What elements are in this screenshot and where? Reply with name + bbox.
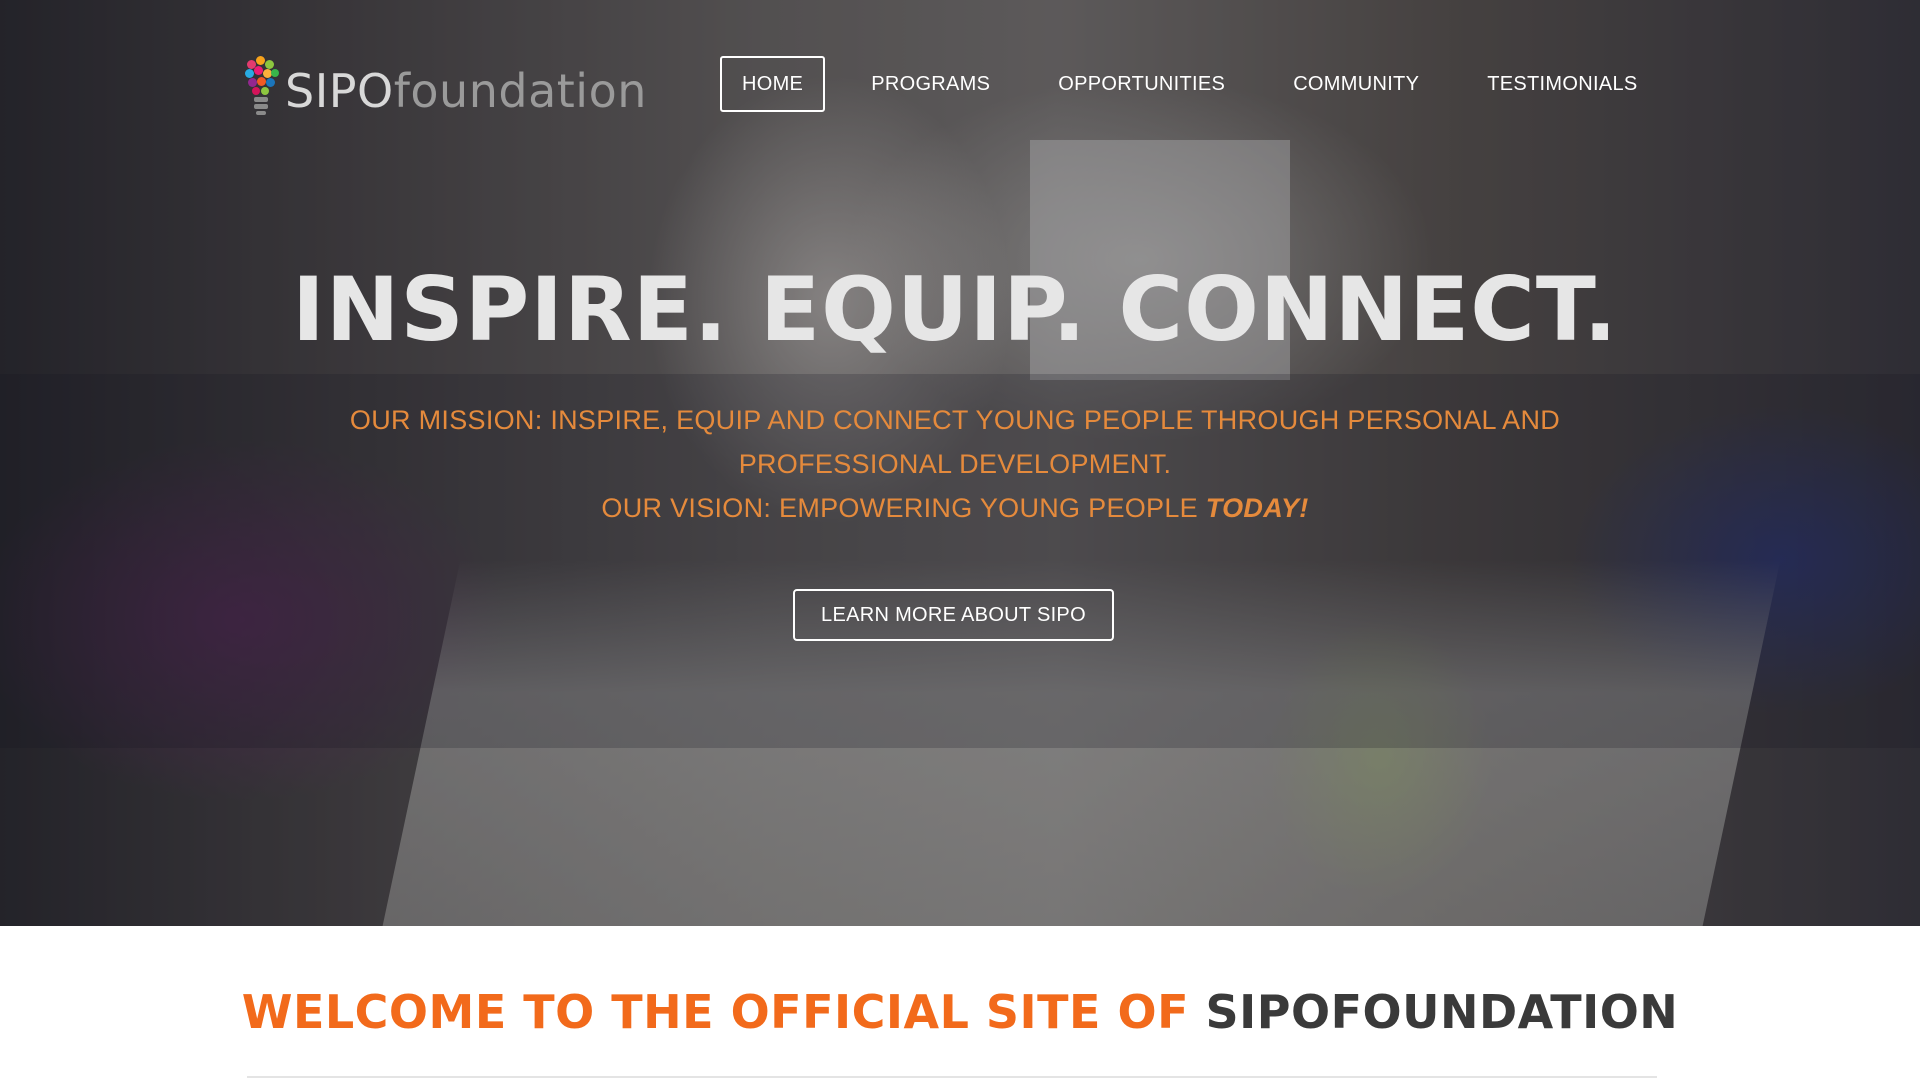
vision-prefix: OUR VISION: EMPOWERING YOUNG PEOPLE <box>601 493 1206 523</box>
hero-banner: SIPOfoundation HOME PROGRAMS OPPORTUNITI… <box>0 0 1920 926</box>
nav-testimonials[interactable]: TESTIMONIALS <box>1465 56 1659 112</box>
welcome-heading: WELCOME TO THE OFFICIAL SITE OF SIPOFOUN… <box>0 985 1920 1039</box>
hero-overlay-bottom <box>0 748 1920 926</box>
mission-line: OUR MISSION: INSPIRE, EQUIP AND CONNECT … <box>349 405 1561 479</box>
mission-statement: OUR MISSION: INSPIRE, EQUIP AND CONNECT … <box>310 398 1600 530</box>
main-navigation: HOME PROGRAMS OPPORTUNITIES COMMUNITY TE… <box>720 56 1684 112</box>
site-logo[interactable]: SIPOfoundation <box>245 56 647 126</box>
learn-more-button[interactable]: LEARN MORE ABOUT SIPO <box>793 589 1114 641</box>
vision-line: OUR VISION: EMPOWERING YOUNG PEOPLE TODA… <box>310 486 1600 530</box>
nav-programs[interactable]: PROGRAMS <box>849 56 1012 112</box>
nav-opportunities[interactable]: OPPORTUNITIES <box>1036 56 1247 112</box>
nav-community[interactable]: COMMUNITY <box>1271 56 1441 112</box>
welcome-heading-dark: SIPOFOUNDATION <box>1205 985 1679 1039</box>
logo-text-main: SIPO <box>285 64 394 118</box>
nav-home[interactable]: HOME <box>720 56 826 112</box>
vision-emphasis: TODAY! <box>1205 493 1309 523</box>
hero-title: INSPIRE. EQUIP. CONNECT. <box>292 258 1618 361</box>
lightbulb-logo-icon <box>245 56 281 126</box>
logo-text-rest: foundation <box>393 64 647 118</box>
section-divider <box>247 1076 1657 1078</box>
welcome-heading-orange: WELCOME TO THE OFFICIAL SITE OF <box>241 985 1206 1039</box>
logo-wordmark: SIPOfoundation <box>285 64 647 118</box>
